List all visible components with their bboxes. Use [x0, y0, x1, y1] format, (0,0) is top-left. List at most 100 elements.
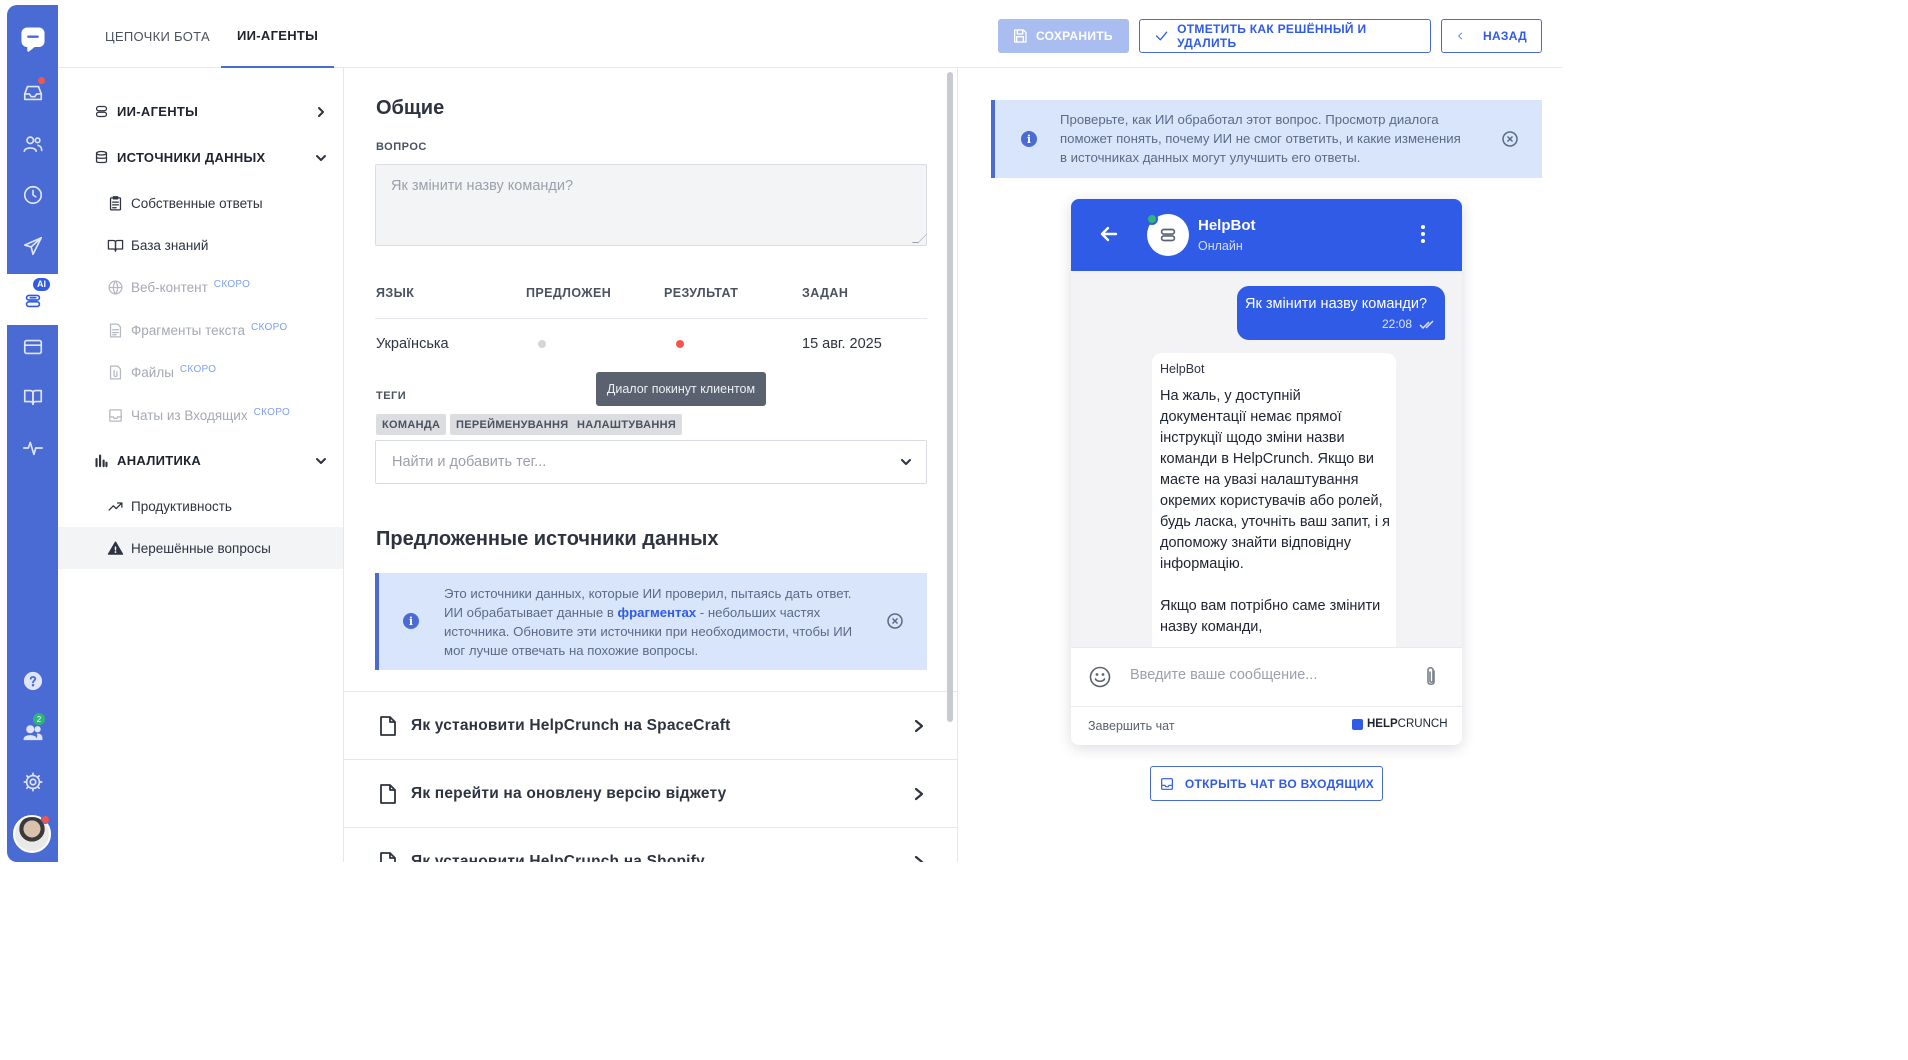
- settings-gear-icon[interactable]: [7, 760, 58, 804]
- column-language: ЯЗЫК: [376, 286, 415, 300]
- tag-chip[interactable]: НАЛАШТУВАННЯ: [571, 414, 683, 435]
- document-icon: [379, 783, 397, 804]
- save-label: СОХРАНИТЬ: [1036, 29, 1113, 43]
- nav-item-knowledge-base[interactable]: База знаний: [58, 224, 343, 266]
- source-row[interactable]: Як перейти на оновлену версію віджету: [344, 759, 957, 827]
- nav-item-unresolved-questions[interactable]: Нерешённые вопросы: [58, 527, 343, 569]
- nav-section-data-sources[interactable]: ИСТОЧНИКИ ДАННЫХ: [58, 136, 343, 178]
- nav-item-label: Файлы: [131, 364, 174, 380]
- nav-section-analytics[interactable]: АНАЛИТИКА: [58, 439, 343, 481]
- chat-logo-icon[interactable]: [7, 17, 58, 61]
- ai-agent-icon: [92, 102, 110, 120]
- emoji-icon[interactable]: [1089, 666, 1111, 688]
- text-snippet-icon: [106, 321, 124, 339]
- inbox-icon[interactable]: [7, 71, 58, 115]
- book-icon: [106, 236, 124, 254]
- suggested-status-dot: [538, 340, 546, 348]
- inbox-icon: [1160, 777, 1173, 790]
- source-row[interactable]: Як установити HelpCrunch на SpaceCraft: [344, 691, 957, 759]
- result-tooltip: Диалог покинут клиентом: [596, 372, 766, 406]
- nav-item-inbox-chats: Чаты из Входящих СКОРО: [58, 394, 343, 436]
- source-title: Як установити HelpCrunch на SpaceCraft: [411, 716, 731, 734]
- language-value: Українська: [376, 336, 449, 352]
- contacts-icon[interactable]: [7, 122, 58, 166]
- source-title: Як перейти на оновлену версію віджету: [411, 784, 727, 802]
- helpcrunch-logo-icon: [1352, 718, 1363, 730]
- avatar-status-dot: [41, 815, 50, 824]
- chevron-right-icon: [913, 787, 925, 801]
- preview-info-text: Проверьте, как ИИ обработал этот вопрос.…: [1060, 112, 1461, 165]
- arrow-left-icon[interactable]: [1100, 225, 1118, 243]
- message-composer: Введите ваше сообщение...: [1071, 647, 1462, 706]
- tag-chip[interactable]: ПЕРЕЙМЕНУВАННЯ: [450, 414, 575, 435]
- nav-item-label: Нерешённые вопросы: [131, 540, 271, 556]
- document-icon: [379, 715, 397, 736]
- message-input[interactable]: Введите ваше сообщение...: [1130, 667, 1317, 683]
- more-vertical-icon[interactable]: [1415, 223, 1431, 245]
- warning-icon: [106, 539, 124, 557]
- soon-badge: СКОРО: [253, 406, 291, 418]
- knowledge-book-icon[interactable]: [7, 375, 58, 419]
- suggested-sources-title: Предложенные источники данных: [376, 528, 719, 550]
- chevron-down-icon: [901, 459, 911, 465]
- send-icon[interactable]: [7, 224, 58, 268]
- tab-bot-chains[interactable]: ЦЕПОЧКИ БОТА: [105, 5, 210, 68]
- bar-chart-icon: [92, 451, 110, 469]
- tag-chip[interactable]: КОМАНДА: [376, 414, 447, 435]
- table-divider: [375, 318, 927, 319]
- back-button[interactable]: НАЗАД: [1441, 19, 1542, 53]
- source-row[interactable]: Як установити HelpCrunch на Shopify: [344, 827, 957, 862]
- nav-item-productivity[interactable]: Продуктивность: [58, 485, 343, 527]
- nav-section-ai-agents[interactable]: ИИ-АГЕНТЫ: [58, 90, 343, 132]
- bot-message-text-continued: Якщо вам потрібно саме змінити назву ком…: [1160, 598, 1381, 635]
- nav-item-files: Файлы СКОРО: [58, 351, 343, 393]
- tag-search-placeholder: Найти и добавить тег...: [392, 454, 547, 470]
- open-in-inbox-button[interactable]: ОТКРЫТЬ ЧАТ ВО ВХОДЯЩИХ: [1150, 766, 1383, 801]
- resolve-and-delete-button[interactable]: ОТМЕТИТЬ КАК РЕШЁННЫЙ И УДАЛИТЬ: [1139, 19, 1431, 53]
- bot-icon: [1160, 228, 1176, 242]
- nav-item-label: Чаты из Входящих: [131, 407, 248, 423]
- pulse-icon[interactable]: [7, 426, 58, 470]
- question-textarea[interactable]: Як змінити назву команди?: [375, 164, 928, 246]
- tab-ai-agents[interactable]: ИИ-АГЕНТЫ: [221, 5, 335, 68]
- general-section-title: Общие: [376, 97, 445, 119]
- help-icon[interactable]: [7, 659, 58, 703]
- chevron-right-icon: [913, 719, 925, 733]
- end-chat-link[interactable]: Завершить чат: [1088, 719, 1175, 733]
- team-icon[interactable]: 2: [7, 710, 58, 754]
- unread-dot: [37, 76, 46, 85]
- ai-badge: AI: [33, 278, 50, 291]
- save-button[interactable]: СОХРАНИТЬ: [998, 19, 1129, 53]
- bot-sender: HelpBot: [1160, 362, 1205, 376]
- question-detail-panel: Общие ВОПРОС Як змінити назву команди? Я…: [344, 68, 958, 862]
- app-rail: AI 2: [7, 5, 58, 862]
- nav-label: ИСТОЧНИКИ ДАННЫХ: [117, 149, 266, 165]
- widget-icon[interactable]: [7, 325, 58, 369]
- nav-item-label: Собственные ответы: [131, 195, 263, 211]
- nav-label: ИИ-АГЕНТЫ: [117, 103, 199, 119]
- sources-info-text: Это источники данных, которые ИИ провери…: [444, 586, 853, 658]
- close-circle-icon[interactable]: [887, 613, 903, 629]
- chevron-left-icon: [1458, 32, 1462, 40]
- trend-icon: [106, 497, 124, 515]
- resize-handle[interactable]: [911, 234, 928, 243]
- bot-message-text: На жаль, у доступній документації немає …: [1160, 388, 1390, 572]
- tags-label: ТЕГИ: [376, 390, 407, 402]
- nav-item-label: Продуктивность: [131, 498, 232, 514]
- clock-icon[interactable]: [7, 173, 58, 217]
- sources-info-banner: i Это источники данных, которые ИИ прове…: [375, 573, 927, 670]
- question-label: ВОПРОС: [376, 141, 427, 153]
- preview-info-banner: i Проверьте, как ИИ обработал этот вопро…: [991, 100, 1542, 178]
- chevron-down-icon: [315, 454, 327, 466]
- nav-item-label: Фрагменты текста: [131, 322, 245, 338]
- nav-item-own-answers[interactable]: Собственные ответы: [58, 182, 343, 224]
- settings-nav: ИИ-АГЕНТЫ ИСТОЧНИКИ ДАННЫХ Собственные о…: [58, 68, 344, 862]
- ai-agent-icon[interactable]: AI: [7, 274, 58, 325]
- scrollbar[interactable]: [947, 72, 953, 722]
- close-circle-icon[interactable]: [1502, 131, 1518, 147]
- inbox-icon: [106, 406, 124, 424]
- result-status-dot[interactable]: [676, 340, 684, 348]
- nav-item-web-content: Веб-контент СКОРО: [58, 266, 343, 308]
- paperclip-icon[interactable]: [1423, 665, 1439, 689]
- tag-search-select[interactable]: Найти и добавить тег...: [375, 440, 927, 484]
